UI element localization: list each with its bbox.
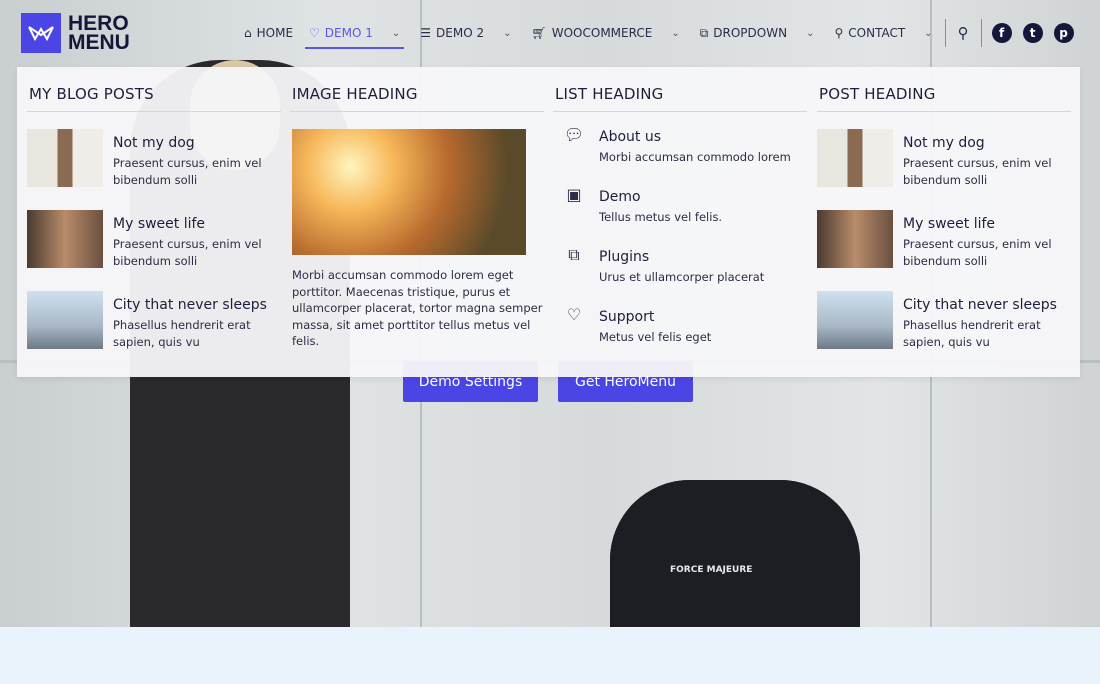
main-nav: ⌂ HOME ♡ DEMO 1 ⌄ ☰ DEMO 2 ⌄ 🛒︎ WOOCOMMERCE ⌄ ⧉…	[244, 19, 1074, 49]
chevron-down-icon: ⌄	[391, 27, 401, 39]
puzzle-icon: ⧉	[699, 25, 709, 40]
divider	[944, 19, 946, 47]
heart-icon: ♡	[309, 26, 320, 40]
divider	[980, 19, 982, 47]
logo[interactable]: HERO MENU	[21, 13, 130, 53]
nav-woocommerce[interactable]: 🛒︎ WOOCOMMERCE ⌄	[532, 22, 680, 44]
chat-icon: 💬︎	[563, 125, 585, 144]
post-thumbnail	[817, 129, 893, 187]
column-heading: IMAGE HEADING	[290, 67, 544, 112]
nav-contact[interactable]: ⚲ CONTACT ⌄	[834, 22, 932, 44]
list-item[interactable]: My sweet life Praesent cursus, enim vel b…	[27, 210, 281, 291]
shirt-print: FORCE MAJEURE	[670, 565, 753, 575]
pinterest-icon[interactable]: p	[1053, 23, 1074, 43]
twitter-icon[interactable]: t	[1022, 23, 1043, 43]
nav-dropdown[interactable]: ⧉ DROPDOWN ⌄	[700, 22, 815, 44]
feature-image[interactable]	[292, 129, 526, 255]
facebook-icon[interactable]: f	[991, 23, 1012, 43]
list-item[interactable]: City that never sleeps Phasellus hendreri…	[817, 291, 1071, 372]
nav-home[interactable]: ⌂ HOME	[244, 22, 293, 44]
post-thumbnail	[817, 210, 893, 268]
list-item[interactable]: 💬︎ About us Morbi accumsan commodo lorem	[553, 125, 807, 189]
list-item[interactable]: Not my dog Praesent cursus, enim vel bibe…	[27, 129, 281, 210]
post-thumbnail	[817, 291, 893, 349]
list-item[interactable]: City that never sleeps Phasellus hendreri…	[27, 291, 281, 372]
column-heading: LIST HEADING	[553, 67, 807, 112]
post-thumbnail	[27, 291, 103, 349]
list-item[interactable]: Not my dog Praesent cursus, enim vel bibe…	[817, 129, 1071, 210]
home-icon: ⌂	[244, 26, 252, 40]
mega-menu: MY BLOG POSTS Not my dog Praesent cursus,…	[17, 67, 1080, 377]
puzzle-icon: ⧉	[568, 245, 580, 264]
cart-icon: 🛒︎	[531, 26, 547, 40]
nav-demo-2[interactable]: ☰ DEMO 2 ⌄	[420, 22, 511, 44]
post-thumbnail	[27, 129, 103, 187]
chevron-down-icon: ⌄	[924, 27, 933, 39]
chevron-down-icon: ⌄	[503, 27, 512, 39]
list-column: LIST HEADING 💬︎ About us Morbi accumsan co…	[553, 67, 807, 369]
list-icon: ☰	[420, 26, 432, 40]
chevron-down-icon: ⌄	[806, 27, 815, 39]
map-pin-icon: ⚲	[834, 26, 844, 40]
post-column: POST HEADING Not my dog Praesent cursus, …	[817, 67, 1071, 372]
image-icon: ▣	[566, 185, 582, 204]
logo-icon	[21, 13, 61, 53]
image-column: IMAGE HEADING Morbi accumsan commodo lor…	[290, 67, 544, 350]
list-item[interactable]: ▣ Demo Tellus metus vel felis.	[553, 185, 807, 249]
heart-icon: ♡	[566, 305, 582, 324]
chevron-down-icon: ⌄	[671, 27, 680, 39]
search-icon[interactable]: ⚲	[958, 24, 969, 42]
post-thumbnail	[27, 210, 103, 268]
column-heading: POST HEADING	[817, 67, 1071, 112]
header: HERO MENU ⌂ HOME ♡ DEMO 1 ⌄ ☰ DEMO 2 ⌄ 🛒︎ WOOCO…	[0, 0, 1100, 66]
column-heading: MY BLOG POSTS	[27, 67, 281, 112]
list-item[interactable]: ⧉ Plugins Urus et ullamcorper placerat	[553, 245, 807, 309]
list-item[interactable]: ♡ Support Metus vel felis eget	[553, 305, 807, 369]
nav-demo-1[interactable]: ♡ DEMO 1 ⌄	[305, 22, 405, 49]
blog-posts-column: MY BLOG POSTS Not my dog Praesent cursus,…	[27, 67, 281, 372]
list-item[interactable]: My sweet life Praesent cursus, enim vel b…	[817, 210, 1071, 291]
